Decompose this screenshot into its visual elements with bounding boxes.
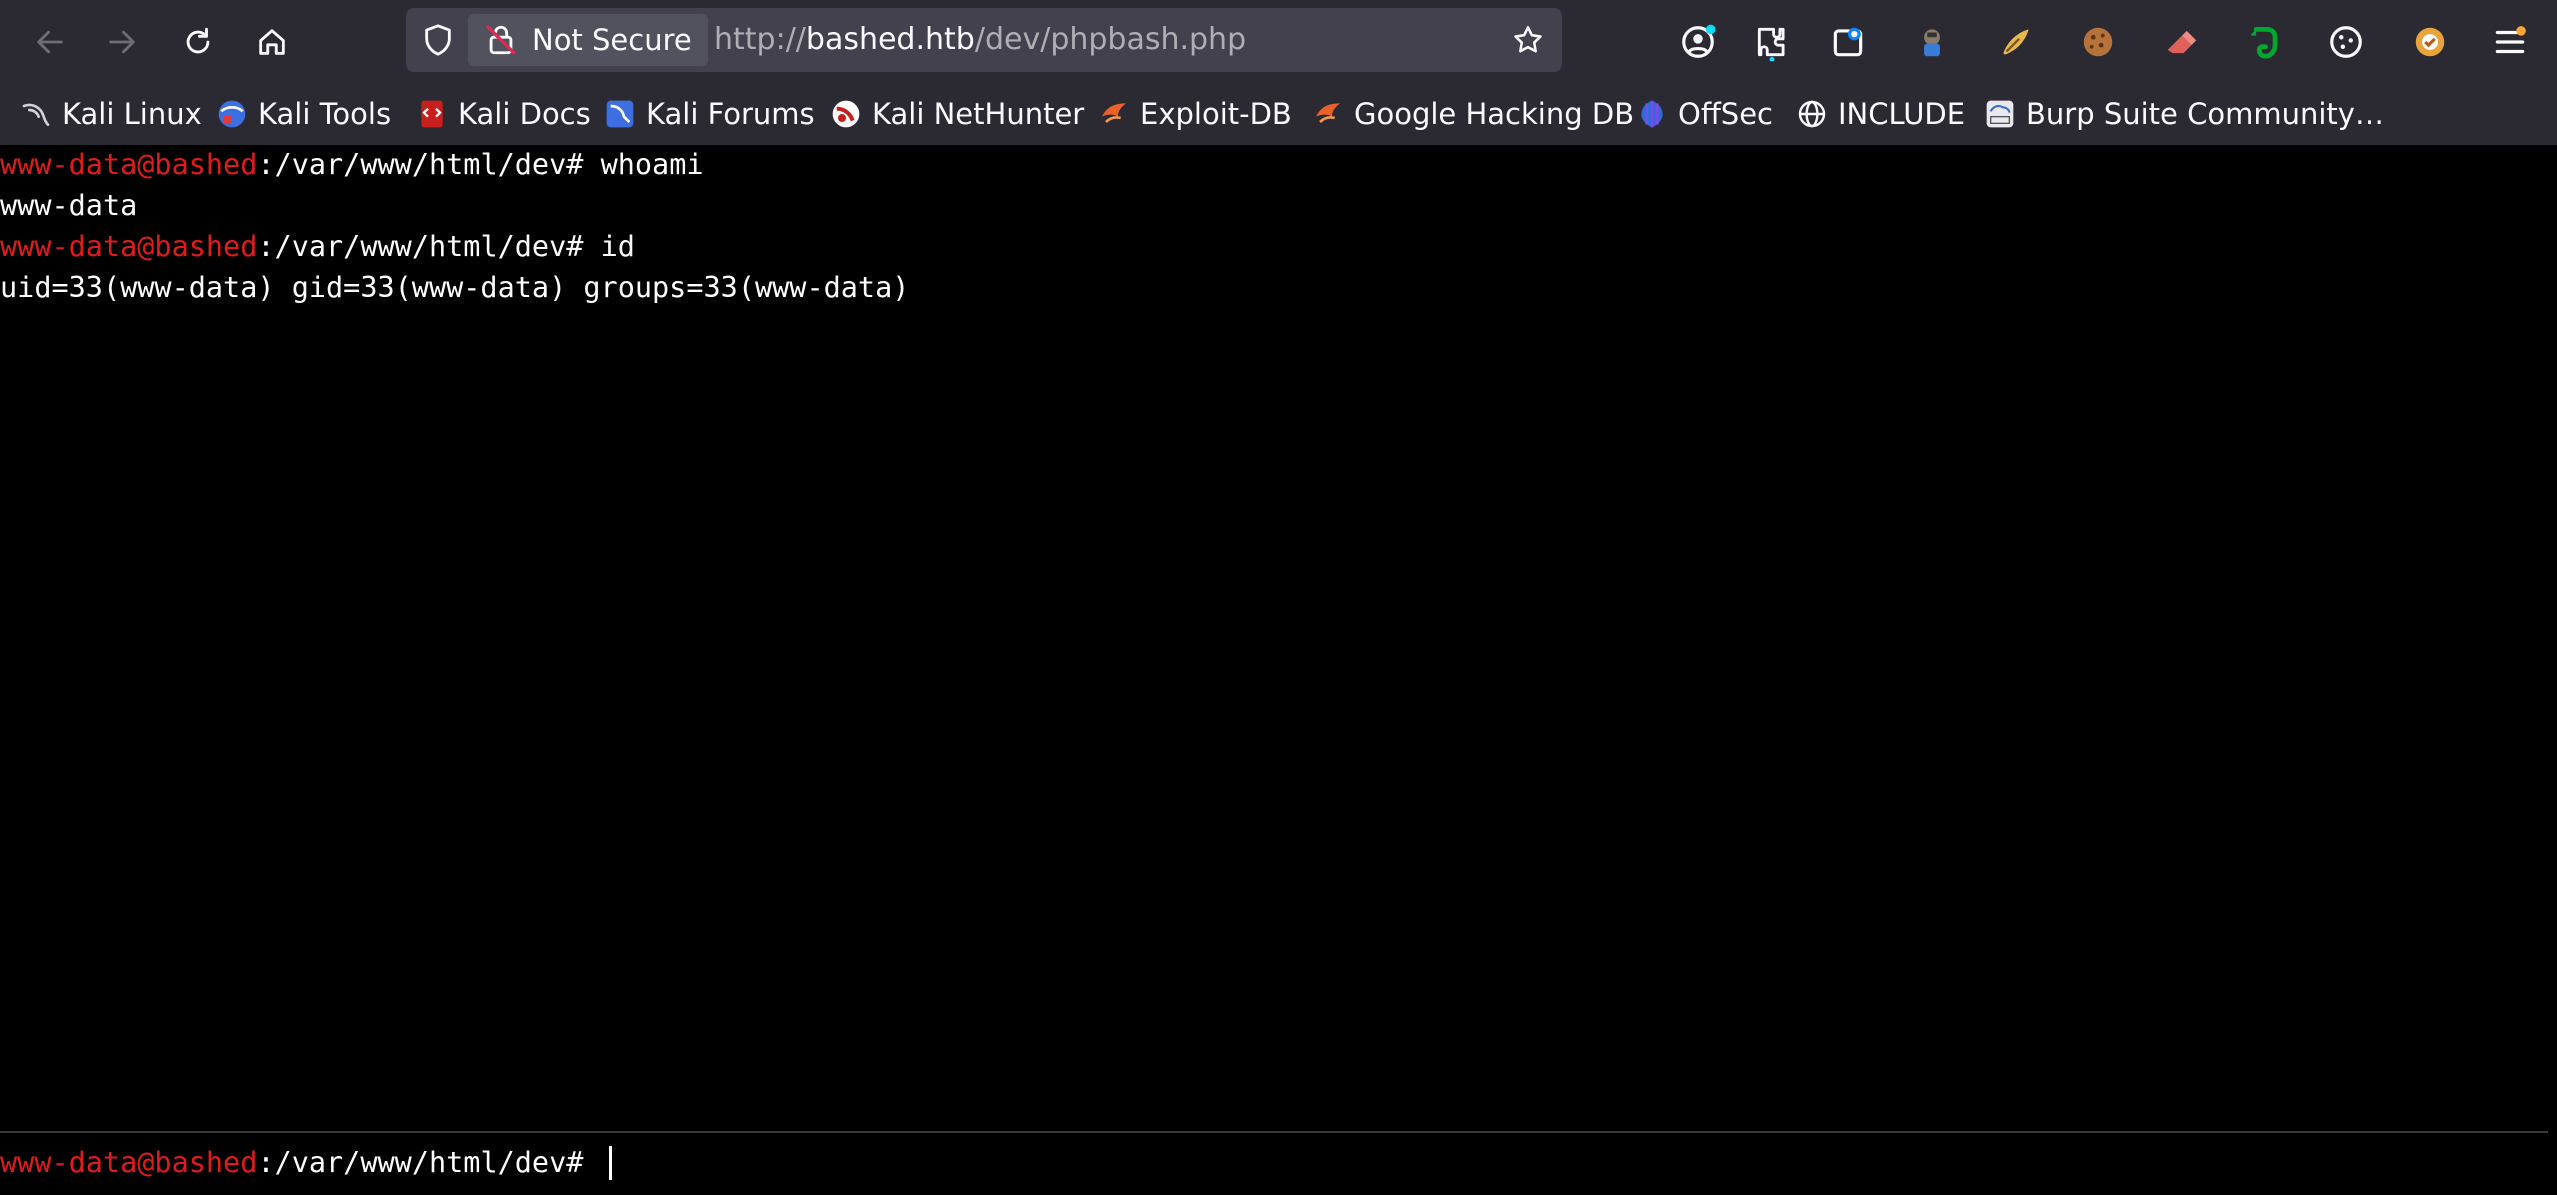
eraser-button[interactable] bbox=[2154, 18, 2210, 66]
prompt-user: www-data@bashed bbox=[0, 1146, 258, 1179]
command-prompt: www-data@bashed:/var/www/html/dev# bbox=[0, 1143, 601, 1183]
bookmark-google-hacking-db[interactable]: Google Hacking DB bbox=[1312, 92, 1634, 136]
bookmark-star-button[interactable] bbox=[1508, 20, 1548, 60]
app-menu-button[interactable] bbox=[2482, 18, 2538, 66]
home-button[interactable] bbox=[246, 18, 298, 66]
url-scheme: http:// bbox=[714, 22, 806, 57]
terminal-command-line: www-data@bashed:/var/www/html/dev# id bbox=[0, 227, 635, 267]
extensions-icon bbox=[1757, 27, 1785, 61]
bookmark-label: Kali NetHunter bbox=[872, 97, 1085, 131]
kali-tools-icon bbox=[218, 100, 246, 128]
bookmark-kali-forums[interactable]: Kali Forums bbox=[604, 92, 815, 136]
terminal-output-line: uid=33(www-data) gid=33(www-data) groups… bbox=[0, 268, 909, 308]
bookmark-kali-tools[interactable]: Kali Tools bbox=[216, 92, 391, 136]
account-button[interactable] bbox=[1670, 18, 1726, 66]
back-arrow-icon bbox=[37, 30, 63, 54]
evernote-icon bbox=[2251, 26, 2278, 59]
ext-icon-4 bbox=[2415, 27, 2445, 57]
bookmark-label: INCLUDE bbox=[1838, 97, 1966, 131]
output-text: www-data bbox=[0, 189, 138, 222]
forward-button[interactable] bbox=[96, 18, 148, 66]
prompt-path: :/var/www/html/dev# bbox=[257, 148, 601, 181]
home-icon bbox=[259, 29, 285, 55]
terminal-command-line: www-data@bashed:/var/www/html/dev# whoam… bbox=[0, 145, 704, 185]
burp-icon bbox=[1986, 100, 2014, 128]
url-host: bashed.htb bbox=[805, 22, 975, 57]
prompt-user: www-data@bashed bbox=[0, 230, 258, 263]
text-cursor bbox=[609, 1146, 612, 1180]
url-bar[interactable]: Not Secure http://bashed.htb/dev/phpbash… bbox=[406, 8, 1562, 72]
command-text: whoami bbox=[600, 148, 704, 181]
toolbar-extension-3[interactable] bbox=[1988, 18, 2044, 66]
kali-docs-icon bbox=[421, 100, 443, 128]
bookmark-exploit-db[interactable]: Exploit-DB bbox=[1098, 92, 1292, 136]
site-security-button[interactable]: Not Secure bbox=[468, 14, 708, 66]
bookmark-label: Kali Forums bbox=[646, 97, 815, 131]
browser-chrome: Not Secure http://bashed.htb/dev/phpbash… bbox=[0, 0, 2557, 145]
bookmark-kali-nethunter[interactable]: Kali NetHunter bbox=[830, 92, 1084, 136]
reload-icon bbox=[186, 27, 210, 54]
toolbar-extension-1[interactable] bbox=[1820, 18, 1876, 66]
menu-icon bbox=[2495, 26, 2526, 54]
bookmark-label: Google Hacking DB bbox=[1354, 97, 1635, 131]
bookmark-burp-suite[interactable]: Burp Suite Community… bbox=[1984, 92, 2384, 136]
offsec-icon bbox=[1641, 100, 1663, 128]
insecure-lock-icon bbox=[486, 25, 516, 55]
ext-icon-3 bbox=[2003, 29, 2029, 55]
tracking-protection-button[interactable] bbox=[420, 22, 456, 58]
ext-icon-2 bbox=[1924, 29, 1940, 57]
evernote-button[interactable] bbox=[2236, 18, 2292, 66]
star-icon bbox=[1514, 25, 1542, 53]
exploit-db-icon bbox=[1102, 103, 1126, 123]
prompt-path: :/var/www/html/dev# bbox=[257, 1146, 601, 1179]
bookmark-label: OffSec bbox=[1678, 97, 1774, 131]
ghdb-icon bbox=[1316, 103, 1340, 123]
toolbar-extension-2[interactable] bbox=[1904, 18, 1960, 66]
forward-arrow-icon bbox=[109, 30, 135, 54]
nethunter-icon bbox=[832, 100, 860, 128]
eraser-icon bbox=[2167, 30, 2197, 54]
bookmark-include[interactable]: INCLUDE bbox=[1796, 92, 1965, 136]
globe-icon bbox=[1798, 100, 1826, 128]
cookie-button[interactable] bbox=[2070, 18, 2126, 66]
bookmark-kali-linux[interactable]: Kali Linux bbox=[20, 92, 202, 136]
reload-button[interactable] bbox=[172, 18, 224, 66]
back-button[interactable] bbox=[24, 18, 76, 66]
bookmark-label: Kali Docs bbox=[458, 97, 591, 131]
cookie-editor-icon bbox=[2330, 26, 2362, 58]
bookmarks-toolbar: Kali Linux Kali Tools Kali Docs Kali For… bbox=[0, 88, 2557, 140]
bookmark-label: Exploit-DB bbox=[1140, 97, 1292, 131]
not-secure-label: Not Secure bbox=[532, 23, 692, 57]
shield-icon bbox=[425, 24, 451, 56]
cookie-icon bbox=[2083, 27, 2113, 57]
bookmark-kali-docs[interactable]: Kali Docs bbox=[416, 92, 591, 136]
terminal-output-line: www-data bbox=[0, 186, 137, 226]
output-text: uid=33(www-data) gid=33(www-data) groups… bbox=[0, 271, 910, 304]
command-text: id bbox=[600, 230, 635, 263]
ext-icon-1 bbox=[1833, 27, 1863, 57]
toolbar-extension-4[interactable] bbox=[2402, 18, 2458, 66]
navigation-toolbar: Not Secure http://bashed.htb/dev/phpbash… bbox=[0, 0, 2557, 84]
url-text[interactable]: http://bashed.htb/dev/phpbash.php bbox=[714, 8, 1246, 72]
bookmark-offsec[interactable]: OffSec bbox=[1636, 92, 1773, 136]
account-icon bbox=[1682, 24, 1716, 58]
prompt-path: :/var/www/html/dev# bbox=[257, 230, 601, 263]
command-input[interactable] bbox=[608, 1143, 2508, 1183]
bookmark-label: Kali Tools bbox=[258, 97, 392, 131]
bookmark-label: Kali Linux bbox=[62, 97, 202, 131]
kali-dragon-icon bbox=[22, 103, 50, 126]
phpbash-terminal[interactable]: www-data@bashed:/var/www/html/dev# whoam… bbox=[0, 145, 2557, 1195]
bookmark-label: Burp Suite Community… bbox=[2026, 97, 2384, 131]
url-path: /dev/phpbash.php bbox=[974, 22, 1247, 57]
terminal-divider bbox=[0, 1131, 2548, 1133]
cookie-editor-button[interactable] bbox=[2318, 18, 2374, 66]
extensions-button[interactable] bbox=[1744, 18, 1800, 66]
prompt-user: www-data@bashed bbox=[0, 148, 258, 181]
kali-forums-icon bbox=[606, 100, 634, 128]
